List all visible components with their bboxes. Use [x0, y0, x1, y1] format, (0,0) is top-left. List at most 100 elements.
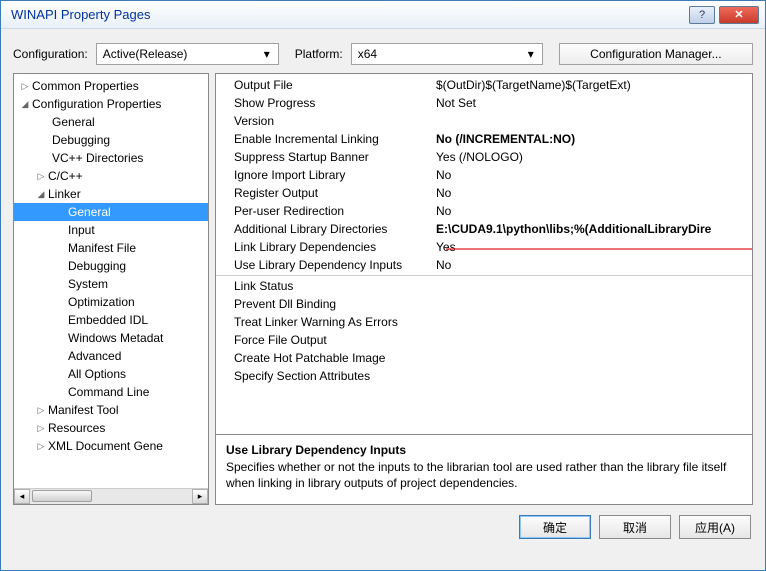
property-name: Per-user Redirection [216, 204, 432, 218]
caret-right-icon: ▷ [20, 81, 30, 92]
scroll-thumb[interactable] [32, 490, 92, 502]
property-value: Not Set [432, 96, 752, 110]
main-area: ▷Common Properties ◢Configuration Proper… [1, 73, 765, 505]
property-value: No (/INCREMENTAL:NO) [432, 132, 752, 146]
window-title: WINAPI Property Pages [11, 7, 689, 22]
tree-linker-embedded-idl[interactable]: Embedded IDL [14, 311, 208, 329]
property-row[interactable]: Enable Incremental LinkingNo (/INCREMENT… [216, 130, 752, 148]
property-name: Version [216, 114, 432, 128]
property-row[interactable]: Use Library Dependency InputsNo [216, 256, 752, 274]
tree-linker-command-line[interactable]: Command Line [14, 383, 208, 401]
cancel-button[interactable]: 取消 [599, 515, 671, 539]
tree-common-properties[interactable]: ▷Common Properties [14, 77, 208, 95]
property-name: Specify Section Attributes [216, 369, 432, 383]
tree-linker-windows-metadata[interactable]: Windows Metadat [14, 329, 208, 347]
property-row[interactable]: Specify Section Attributes [216, 367, 752, 385]
property-name: Enable Incremental Linking [216, 132, 432, 146]
platform-label: Platform: [295, 47, 343, 61]
tree-cfg-general[interactable]: General [14, 113, 208, 131]
tree-cc[interactable]: ▷C/C++ [14, 167, 208, 185]
tree-cfg-debugging[interactable]: Debugging [14, 131, 208, 149]
description-text: Specifies whether or not the inputs to t… [226, 459, 742, 491]
chevron-down-icon: ▾ [524, 47, 538, 61]
scroll-left-icon[interactable]: ◂ [14, 489, 30, 504]
ok-button[interactable]: 确定 [519, 515, 591, 539]
help-button[interactable]: ? [689, 6, 715, 24]
configuration-value: Active(Release) [103, 47, 188, 61]
property-row[interactable]: Force File Output [216, 331, 752, 349]
tree-linker-system[interactable]: System [14, 275, 208, 293]
property-row[interactable]: Prevent Dll Binding [216, 295, 752, 313]
property-row[interactable]: Link Library DependenciesYes [216, 238, 752, 256]
property-name: Show Progress [216, 96, 432, 110]
tree-linker-manifest[interactable]: Manifest File [14, 239, 208, 257]
property-name: Use Library Dependency Inputs [216, 258, 432, 272]
scroll-track[interactable] [30, 489, 192, 504]
tree-linker-all-options[interactable]: All Options [14, 365, 208, 383]
configuration-select[interactable]: Active(Release) ▾ [96, 43, 279, 65]
description-title: Use Library Dependency Inputs [226, 443, 742, 457]
property-value: Yes (/NOLOGO) [432, 150, 752, 164]
dialog-button-row: 确定 取消 应用(A) [1, 505, 765, 549]
property-row[interactable]: Version [216, 112, 752, 130]
property-row[interactable]: Link Status [216, 277, 752, 295]
tree-xml-document-gen[interactable]: ▷XML Document Gene [14, 437, 208, 455]
tree-configuration-properties[interactable]: ◢Configuration Properties [14, 95, 208, 113]
tree-hscrollbar[interactable]: ◂ ▸ [14, 488, 208, 504]
tree-linker-input[interactable]: Input [14, 221, 208, 239]
platform-value: x64 [358, 47, 377, 61]
tree-linker[interactable]: ◢Linker [14, 185, 208, 203]
tree-manifest-tool[interactable]: ▷Manifest Tool [14, 401, 208, 419]
configuration-label: Configuration: [13, 47, 88, 61]
tree-linker-optimization[interactable]: Optimization [14, 293, 208, 311]
caret-down-icon: ◢ [36, 189, 46, 200]
property-row[interactable]: Output File$(OutDir)$(TargetName)$(Targe… [216, 76, 752, 94]
property-row[interactable]: Treat Linker Warning As Errors [216, 313, 752, 331]
tree-resources[interactable]: ▷Resources [14, 419, 208, 437]
property-name: Link Library Dependencies [216, 240, 432, 254]
property-name: Prevent Dll Binding [216, 297, 432, 311]
property-value: $(OutDir)$(TargetName)$(TargetExt) [432, 78, 752, 92]
property-name: Link Status [216, 279, 432, 293]
property-row[interactable]: Register OutputNo [216, 184, 752, 202]
tree-linker-advanced[interactable]: Advanced [14, 347, 208, 365]
property-value: No [432, 186, 752, 200]
tree-vc-directories[interactable]: VC++ Directories [14, 149, 208, 167]
property-value: No [432, 168, 752, 182]
property-row[interactable]: Show ProgressNot Set [216, 94, 752, 112]
property-name: Create Hot Patchable Image [216, 351, 432, 365]
property-row[interactable]: Create Hot Patchable Image [216, 349, 752, 367]
property-name: Output File [216, 78, 432, 92]
tree-linker-general[interactable]: General [14, 203, 208, 221]
property-row[interactable]: Suppress Startup BannerYes (/NOLOGO) [216, 148, 752, 166]
property-value: Yes [432, 240, 752, 254]
property-name: Suppress Startup Banner [216, 150, 432, 164]
property-row[interactable]: Additional Library DirectoriesE:\CUDA9.1… [216, 220, 752, 238]
caret-right-icon: ▷ [36, 405, 46, 416]
apply-button[interactable]: 应用(A) [679, 515, 751, 539]
property-tree: ▷Common Properties ◢Configuration Proper… [14, 74, 208, 458]
tree-linker-debugging[interactable]: Debugging [14, 257, 208, 275]
caret-right-icon: ▷ [36, 423, 46, 434]
titlebar: WINAPI Property Pages ? ✕ [1, 1, 765, 29]
caret-right-icon: ▷ [36, 171, 46, 182]
scroll-right-icon[interactable]: ▸ [192, 489, 208, 504]
property-name: Ignore Import Library [216, 168, 432, 182]
chevron-down-icon: ▾ [260, 47, 274, 61]
configuration-manager-button[interactable]: Configuration Manager... [559, 43, 753, 65]
caret-right-icon: ▷ [36, 441, 46, 452]
property-grid: Output File$(OutDir)$(TargetName)$(Targe… [216, 74, 752, 434]
description-pane: Use Library Dependency Inputs Specifies … [216, 434, 752, 504]
config-row: Configuration: Active(Release) ▾ Platfor… [1, 29, 765, 73]
tree-panel: ▷Common Properties ◢Configuration Proper… [13, 73, 209, 505]
property-name: Treat Linker Warning As Errors [216, 315, 432, 329]
property-name: Force File Output [216, 333, 432, 347]
property-name: Register Output [216, 186, 432, 200]
close-button[interactable]: ✕ [719, 6, 759, 24]
property-panel: Output File$(OutDir)$(TargetName)$(Targe… [215, 73, 753, 505]
property-value: No [432, 204, 752, 218]
property-row[interactable]: Ignore Import LibraryNo [216, 166, 752, 184]
caret-down-icon: ◢ [20, 99, 30, 110]
property-row[interactable]: Per-user RedirectionNo [216, 202, 752, 220]
platform-select[interactable]: x64 ▾ [351, 43, 543, 65]
